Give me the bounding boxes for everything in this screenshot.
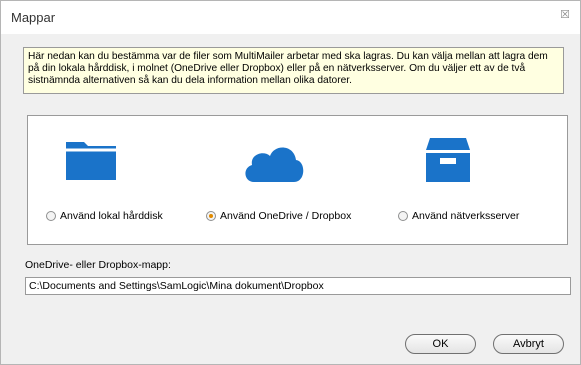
ok-button[interactable]: OK	[405, 334, 476, 354]
radio-network-server-button[interactable]	[398, 211, 408, 221]
radio-local-disk[interactable]: Använd lokal hårddisk	[46, 210, 163, 222]
radio-onedrive-dropbox[interactable]: Använd OneDrive / Dropbox	[206, 210, 351, 222]
radio-onedrive-dropbox-label: Använd OneDrive / Dropbox	[220, 210, 352, 222]
radio-onedrive-dropbox-button[interactable]	[206, 211, 216, 221]
storage-options-group: Använd lokal hårddisk Använd OneDrive / …	[27, 115, 568, 245]
folder-icon	[66, 142, 116, 180]
cancel-button[interactable]: Avbryt	[493, 334, 564, 354]
info-box: Här nedan kan du bestämma var de filer s…	[23, 47, 564, 94]
folder-path-field[interactable]: C:\Documents and Settings\SamLogic\Mina …	[25, 277, 571, 295]
window-title: Mappar	[11, 10, 56, 25]
radio-local-disk-label: Använd lokal hårddisk	[60, 210, 163, 222]
radio-network-server-label: Använd nätverksserver	[412, 210, 520, 222]
close-icon[interactable]: ☒	[560, 10, 570, 21]
inbox-tray-icon	[426, 138, 470, 182]
dialog-window: Mappar ☒ Här nedan kan du bestämma var d…	[0, 0, 581, 365]
folder-path-label: OneDrive- eller Dropbox-mapp:	[25, 259, 171, 271]
cloud-icon	[245, 147, 304, 182]
radio-local-disk-button[interactable]	[46, 211, 56, 221]
title-bar: Mappar ☒	[1, 1, 580, 34]
radio-network-server[interactable]: Använd nätverksserver	[398, 210, 519, 222]
